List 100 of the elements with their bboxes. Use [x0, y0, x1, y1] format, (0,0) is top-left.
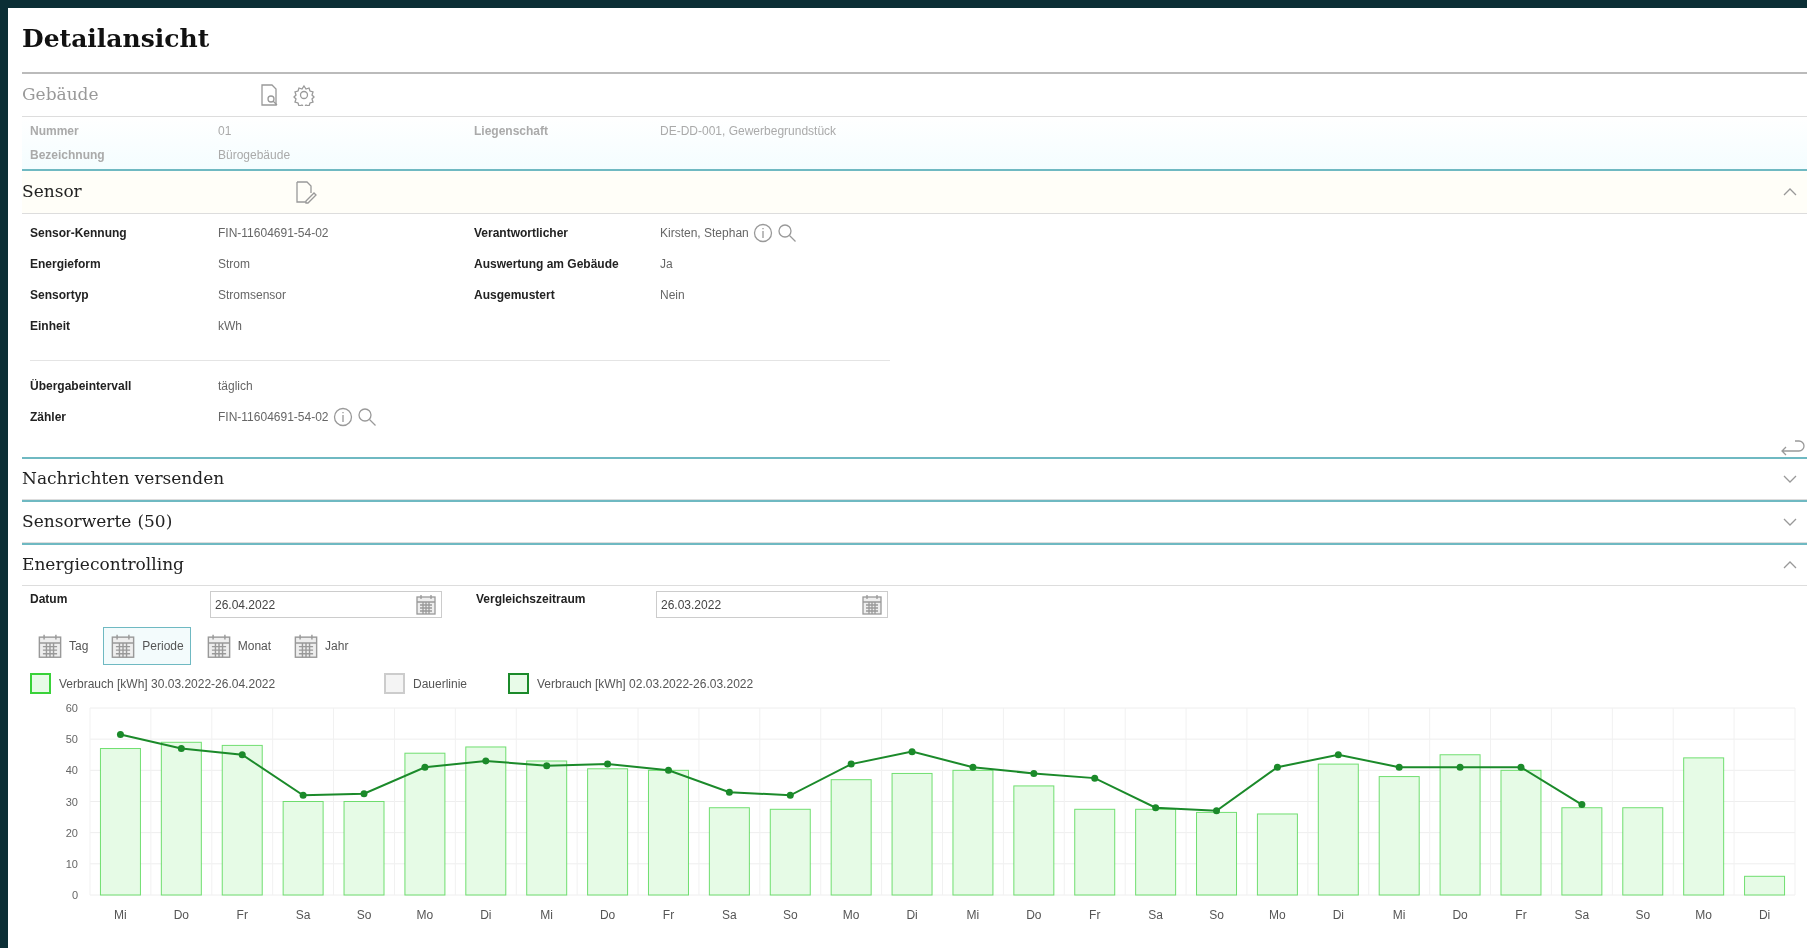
field-label: Verantwortlicher	[474, 225, 570, 242]
axis-tick-label: Mo	[1269, 907, 1286, 922]
chart-point	[1273, 763, 1281, 771]
chart-point	[847, 760, 855, 768]
section-title: Sensorwerte	[22, 509, 132, 533]
chart-point	[1213, 806, 1220, 814]
chart-point	[360, 789, 368, 797]
axis-tick-label: Do	[599, 907, 616, 922]
field-label: Zähler	[30, 409, 67, 426]
field-label: Datum	[30, 590, 69, 608]
field-label: Übergabeintervall	[30, 378, 133, 395]
range-button[interactable]: Jahr	[286, 626, 356, 665]
axis-tick-label: So	[782, 907, 798, 922]
info-icon[interactable]	[752, 223, 773, 243]
page-title: Detailansicht	[22, 8, 1807, 74]
chart-point	[177, 744, 185, 752]
chart-point	[543, 761, 551, 769]
calendar-icon[interactable]	[415, 593, 437, 616]
field-label: Vergleichszeitraum	[476, 590, 587, 608]
axis-tick-label: 60	[65, 701, 78, 714]
field-value: 01	[218, 122, 232, 140]
legend-checkbox[interactable]	[30, 673, 51, 694]
field-value: Ja	[660, 256, 673, 273]
chart-point	[482, 757, 490, 764]
field-label: Auswertung am Gebäude	[474, 256, 620, 273]
legend-label: Verbrauch [kWh] 30.03.2022-26.04.2022	[59, 675, 276, 693]
field-label: Nummer	[30, 122, 80, 140]
range-button[interactable]: Periode	[103, 626, 191, 665]
field-label: Bezeichnung	[30, 146, 106, 164]
axis-tick-label: Sa	[722, 907, 737, 922]
axis-tick-label: 20	[65, 826, 78, 839]
chart-point	[1395, 763, 1403, 771]
calendar-icon[interactable]	[861, 593, 883, 616]
section-title: Gebäude	[22, 82, 99, 106]
settings-icon[interactable]	[292, 83, 315, 106]
date-field[interactable]: 26.03.2022	[656, 591, 888, 618]
search-icon[interactable]	[776, 223, 797, 243]
field-label: Sensortyp	[30, 287, 90, 304]
section-title: Nachrichten versenden	[22, 466, 225, 490]
range-button[interactable]: Monat	[198, 626, 279, 665]
field-value: DE-DD-001, Gewerbegrundstück	[660, 122, 837, 140]
chart-point	[421, 763, 429, 771]
field-value: Strom	[218, 256, 250, 273]
chart-point	[725, 788, 733, 796]
chart-point	[299, 791, 307, 799]
axis-tick-label: Fr	[1089, 907, 1101, 922]
chart-point	[969, 763, 977, 771]
legend-label: Verbrauch [kWh] 02.03.2022-26.03.2022	[537, 675, 754, 693]
axis-tick-label: Fr	[1515, 907, 1527, 922]
chart-point	[604, 760, 612, 768]
chart-point	[1030, 769, 1038, 777]
chart-point	[1091, 774, 1099, 782]
legend-label: Dauerlinie	[413, 675, 468, 693]
chart-point	[1517, 763, 1525, 771]
section-title: Energiecontrolling	[22, 552, 184, 576]
info-icon[interactable]	[332, 407, 353, 427]
chart-point	[908, 747, 916, 755]
field-label: Sensor-Kennung	[30, 225, 128, 242]
chart-bar	[1744, 875, 1786, 895]
chart-point	[1152, 803, 1160, 811]
field-value: kWh	[218, 318, 242, 335]
axis-tick-label: Fr	[236, 907, 248, 922]
field-value: täglich	[218, 378, 253, 395]
axis-tick-label: Di	[1758, 907, 1771, 922]
field-value: Stromsensor	[218, 287, 287, 304]
range-button[interactable]: Tag	[30, 626, 96, 665]
axis-tick-label: Mo	[842, 907, 860, 922]
search-icon[interactable]	[356, 407, 377, 427]
axis-tick-label: 30	[65, 795, 78, 807]
axis-tick-label: Do	[1026, 907, 1042, 922]
axis-tick-label: 10	[65, 857, 78, 870]
field-label: Einheit	[30, 318, 71, 335]
field-value: Bürogebäude	[218, 146, 291, 164]
axis-tick-label: Do	[173, 907, 189, 922]
axis-tick-label: Mi	[114, 907, 127, 922]
field-value: FIN-11604691-54-02	[218, 409, 329, 426]
axis-tick-label: Di	[1332, 907, 1344, 922]
axis-tick-label: Do	[1452, 907, 1468, 922]
section-title: Sensor	[22, 179, 82, 203]
axis-tick-label: 50	[65, 732, 78, 745]
field-value: Kirsten, Stephan	[660, 225, 749, 242]
chart-point	[238, 750, 246, 758]
chart-point	[1456, 763, 1464, 771]
chart-point	[665, 766, 672, 774]
chart-point	[786, 791, 794, 799]
legend-checkbox[interactable]	[384, 673, 405, 694]
edit-document-icon[interactable]	[293, 179, 318, 204]
legend-checkbox[interactable]	[508, 673, 529, 694]
axis-tick-label: So	[356, 907, 372, 922]
date-field[interactable]: 26.04.2022	[210, 591, 442, 618]
axis-tick-label: Mi	[966, 907, 980, 922]
axis-tick-label: 0	[71, 888, 78, 901]
section-count: (50)	[137, 509, 173, 533]
axis-tick-label: So	[1209, 907, 1224, 922]
field-label: Ausgemustert	[474, 287, 556, 304]
field-label: Energieform	[30, 256, 102, 273]
axis-tick-label: Mi	[540, 907, 554, 922]
chart-point	[1334, 750, 1342, 758]
axis-tick-label: Mo	[416, 907, 434, 922]
axis-tick-label: Sa	[1148, 907, 1163, 922]
